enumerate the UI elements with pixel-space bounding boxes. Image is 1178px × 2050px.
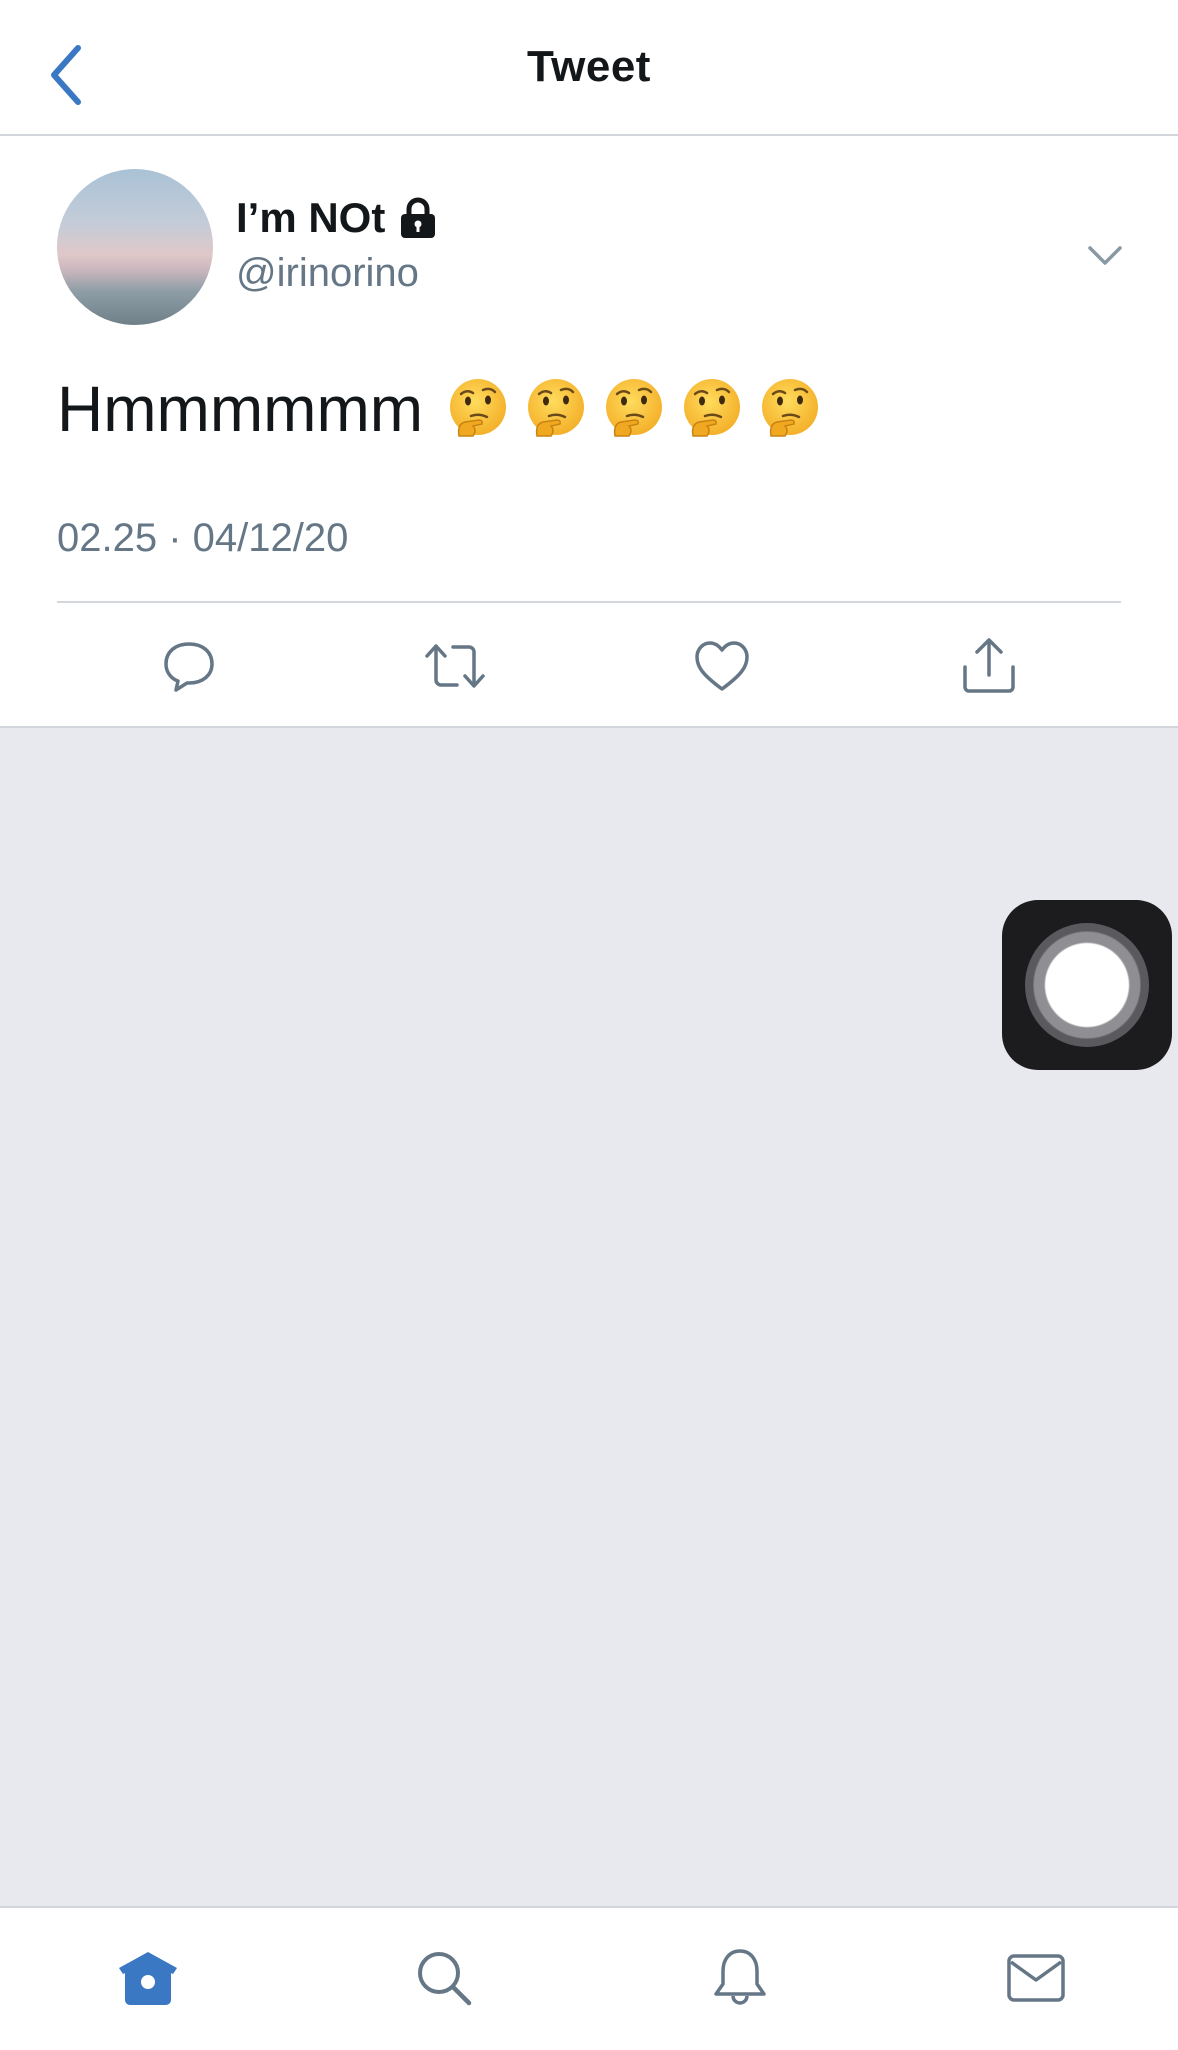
retweet-icon [425, 644, 485, 688]
home-icon [119, 1952, 177, 2005]
thinking-face-icon [604, 377, 664, 438]
retweet-button[interactable] [420, 631, 490, 701]
like-button[interactable] [687, 631, 757, 701]
tweet-text: Hmmmmmm [57, 372, 823, 446]
share-button[interactable] [954, 631, 1024, 701]
divider [57, 601, 1121, 603]
tweet-body: Hmmmmmm [57, 373, 424, 445]
assistive-touch-icon [1025, 923, 1149, 1047]
heart-icon [695, 641, 749, 691]
emoji-row [445, 376, 823, 442]
tab-notifications[interactable] [700, 1938, 780, 2018]
share-icon [963, 638, 1015, 693]
reply-button[interactable] [154, 631, 224, 701]
bell-icon [714, 1949, 766, 2005]
display-name: I’m NOt [236, 194, 386, 241]
tab-messages[interactable] [996, 1938, 1076, 2018]
thinking-face-icon [526, 377, 586, 438]
thinking-face-icon [448, 377, 508, 438]
reply-icon [164, 642, 214, 692]
tab-home[interactable] [108, 1938, 188, 2018]
navigation-bar: Tweet [0, 0, 1178, 136]
assistive-touch-button[interactable] [1002, 900, 1172, 1070]
thinking-face-icon [682, 377, 742, 438]
page-title: Tweet [527, 42, 651, 91]
more-options-button[interactable] [1082, 232, 1128, 278]
tweet-detail: I’m NOt @irinorino Hmmmmmm 02.25 · 04/12… [0, 136, 1178, 728]
lock-icon [401, 197, 436, 238]
mail-icon [1007, 1954, 1065, 2002]
thinking-face-icon [760, 377, 820, 438]
display-name-row[interactable]: I’m NOt [236, 194, 437, 242]
tab-search[interactable] [404, 1938, 484, 2018]
user-handle[interactable]: @irinorino [236, 251, 419, 296]
tab-bar [0, 1906, 1178, 2050]
tweet-timestamp[interactable]: 02.25 · 04/12/20 [57, 516, 348, 561]
chevron-down-icon [1088, 246, 1122, 265]
search-icon [418, 1952, 472, 2006]
avatar[interactable] [57, 169, 213, 325]
